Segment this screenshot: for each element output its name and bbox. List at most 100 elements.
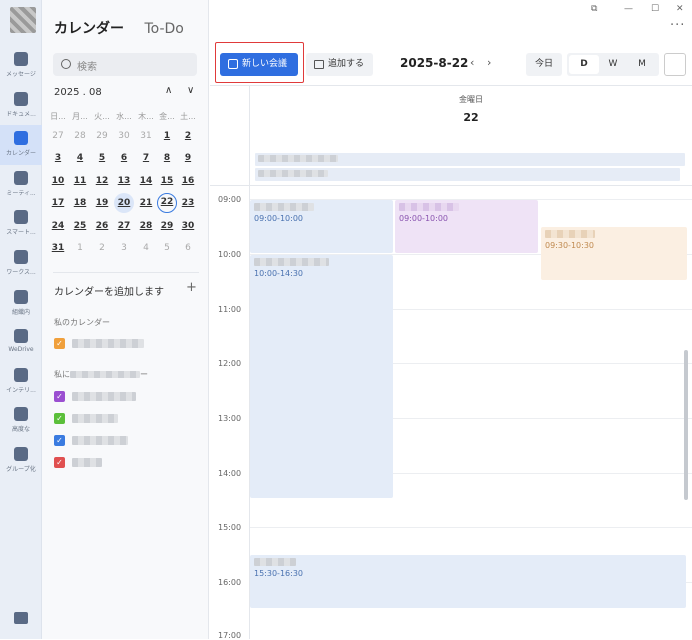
calendar-name-redacted — [72, 414, 118, 423]
calendar-day[interactable]: 1 — [70, 238, 90, 258]
weekday-label: 火... — [94, 112, 110, 121]
calendar-day[interactable]: 2 — [178, 126, 198, 146]
calendar-day[interactable]: 14 — [136, 171, 156, 191]
calendar-day[interactable]: 6 — [178, 238, 198, 258]
calendar-day[interactable]: 4 — [136, 238, 156, 258]
avatar[interactable] — [10, 7, 36, 33]
smart-icon — [14, 210, 28, 224]
calendar-name-redacted — [72, 392, 136, 401]
calendar-day[interactable]: 31 — [48, 238, 68, 258]
view-month[interactable]: M — [627, 53, 657, 76]
hour-label: 12:00 — [218, 359, 242, 368]
hour-label: 15:00 — [218, 523, 242, 532]
calendar-checkbox[interactable]: ✓ — [54, 338, 65, 349]
nav-documents[interactable]: ドキュメ... — [0, 86, 42, 126]
tab-calendar[interactable]: カレンダー — [54, 21, 124, 37]
calendar-day[interactable]: 5 — [157, 238, 177, 258]
event-block[interactable]: 09:00-10:00 — [395, 200, 538, 253]
view-week[interactable]: W — [598, 53, 628, 76]
event-block[interactable]: 15:30-16:30 — [250, 555, 686, 608]
nav-wedrive[interactable]: WeDrive — [0, 323, 42, 363]
prev-day-button[interactable]: ‹ — [470, 56, 474, 69]
calendar-day[interactable]: 19 — [92, 193, 112, 213]
calendar-day[interactable]: 3 — [114, 238, 134, 258]
nav-org[interactable]: 組織内 — [0, 284, 42, 324]
calendar-day[interactable]: 17 — [48, 193, 68, 213]
calendar-checkbox[interactable]: ✓ — [54, 457, 65, 468]
nav-smart[interactable]: スマート... — [0, 204, 42, 244]
nav-workspace[interactable]: ワークス... — [0, 244, 42, 284]
nav-integration[interactable]: インテリ... — [0, 362, 42, 402]
today-button[interactable]: 今日 — [526, 53, 562, 76]
stats-icon[interactable] — [14, 612, 28, 624]
tab-todo[interactable]: To-Do — [144, 21, 183, 37]
calendar-day[interactable]: 27 — [48, 126, 68, 146]
calendar-day[interactable]: 20 — [114, 193, 134, 213]
calendar-day[interactable]: 5 — [92, 148, 112, 168]
minimize-icon[interactable]: — — [624, 4, 633, 14]
calendar-day[interactable]: 30 — [114, 126, 134, 146]
calendar-day[interactable]: 27 — [114, 216, 134, 236]
tag-icon — [14, 447, 28, 461]
calendar-day[interactable]: 23 — [178, 193, 198, 213]
calendar-checkbox[interactable]: ✓ — [54, 413, 65, 424]
calendar-checkbox[interactable]: ✓ — [54, 391, 65, 402]
calendar-day[interactable]: 8 — [157, 148, 177, 168]
calendar-day[interactable]: 21 — [136, 193, 156, 213]
event-block[interactable]: 09:30-10:30 — [541, 227, 687, 280]
pin-icon[interactable]: ⧉ — [591, 4, 597, 14]
next-day-button[interactable]: › — [487, 56, 491, 69]
calendar-day[interactable]: 16 — [178, 171, 198, 191]
document-icon — [14, 92, 28, 106]
close-icon[interactable]: ✕ — [676, 4, 684, 14]
calendar-day[interactable]: 12 — [92, 171, 112, 191]
calendar-day[interactable]: 4 — [70, 148, 90, 168]
calendar-checkbox[interactable]: ✓ — [54, 435, 65, 446]
calendar-day[interactable]: 28 — [136, 216, 156, 236]
calendar-day[interactable]: 26 — [92, 216, 112, 236]
chevron-up-icon[interactable]: ∧ — [165, 85, 172, 96]
chevron-down-icon[interactable]: ∨ — [187, 85, 194, 96]
calendar-day[interactable]: 11 — [70, 171, 90, 191]
add-calendar-button[interactable]: + — [186, 280, 197, 295]
view-day[interactable]: D — [569, 55, 599, 74]
panel-toggle-icon[interactable] — [664, 53, 686, 76]
all-day-divider — [210, 185, 692, 186]
new-meeting-button[interactable]: 新しい会議 — [220, 53, 298, 76]
divider — [53, 272, 199, 273]
calendar-day[interactable]: 9 — [178, 148, 198, 168]
add-calendar-label[interactable]: カレンダーを追加します — [54, 283, 164, 298]
calendar-day[interactable]: 2 — [92, 238, 112, 258]
calendar-day[interactable]: 29 — [157, 216, 177, 236]
calendar-day[interactable]: 28 — [70, 126, 90, 146]
search-input[interactable]: 検索 — [53, 53, 197, 76]
nav-groups[interactable]: グループ化 — [0, 441, 42, 481]
calendar-day[interactable]: 10 — [48, 171, 68, 191]
mini-calendar-month: 2025 . 08 — [54, 87, 102, 98]
calendar-day[interactable]: 25 — [70, 216, 90, 236]
nav-meetings[interactable]: ミーティ... — [0, 165, 42, 205]
calendar-day[interactable]: 18 — [70, 193, 90, 213]
calendar-day[interactable]: 3 — [48, 148, 68, 168]
calendar-day[interactable]: 31 — [136, 126, 156, 146]
nav-advanced[interactable]: 高度な — [0, 401, 42, 441]
calendar-day[interactable]: 7 — [136, 148, 156, 168]
nav-messages[interactable]: メッセージ — [0, 46, 42, 86]
nav-calendar[interactable]: カレンダー — [0, 125, 42, 165]
more-icon[interactable]: ··· — [670, 18, 685, 33]
event-block[interactable]: 10:00-14:30 — [250, 255, 393, 498]
event-block[interactable]: 09:00-10:00 — [250, 200, 393, 253]
calendar-day[interactable]: 15 — [157, 171, 177, 191]
calendar-day[interactable]: 29 — [92, 126, 112, 146]
app-tabs: カレンダー To-Do — [54, 18, 184, 38]
calendar-day[interactable]: 24 — [48, 216, 68, 236]
calendar-day[interactable]: 22 — [157, 193, 177, 213]
calendar-day[interactable]: 6 — [114, 148, 134, 168]
scrollbar[interactable] — [684, 350, 688, 500]
weekday-label: 金... — [159, 112, 175, 121]
add-event-button[interactable]: 追加する — [306, 53, 373, 76]
calendar-day[interactable]: 1 — [157, 126, 177, 146]
maximize-icon[interactable]: ☐ — [651, 4, 659, 14]
calendar-day[interactable]: 13 — [114, 171, 134, 191]
calendar-day[interactable]: 30 — [178, 216, 198, 236]
